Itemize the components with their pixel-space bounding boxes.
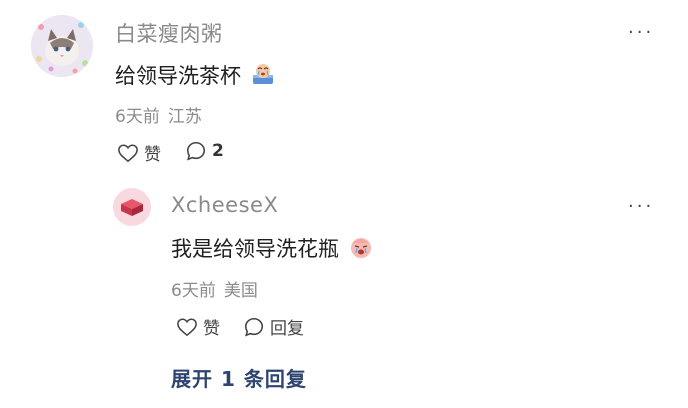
heart-icon [118, 143, 138, 162]
comment-time: 6天前 [115, 107, 160, 127]
expand-replies-link[interactable]: 展开 1 条回复 [171, 363, 307, 392]
comment-body: 给领导洗茶杯 [115, 64, 241, 88]
heart-icon [177, 317, 197, 336]
reply-more-icon[interactable]: ··· [628, 196, 654, 217]
reply-body: 我是给领导洗花瓶 [171, 237, 339, 261]
like-label: 赞 [144, 145, 161, 165]
comment-meta: 6天前 江苏 [115, 102, 202, 127]
reply-time: 6天前 [171, 281, 216, 301]
comment-location: 江苏 [167, 107, 202, 127]
reply-meta: 6天前 美国 [171, 276, 258, 301]
reply-label: 回复 [270, 319, 304, 339]
comment-reply-button[interactable]: 2 [185, 140, 224, 162]
reply-username[interactable]: XcheeseX [171, 193, 278, 217]
reply-like-button[interactable]: 赞 [176, 314, 220, 339]
reply-reply-button[interactable]: 回复 [243, 314, 304, 339]
comment-like-button[interactable]: 赞 [117, 140, 161, 165]
comment-username[interactable]: 白菜瘦肉粥 [115, 18, 223, 48]
red-jelly-icon [121, 199, 143, 216]
comment-bubble-icon [186, 141, 206, 161]
reply-text: 我是给领导洗花瓶 [171, 233, 374, 265]
comment-bubble-icon [244, 317, 264, 337]
like-label: 赞 [203, 319, 220, 339]
comment-more-icon[interactable]: ··· [628, 22, 654, 43]
crying-cup-emoji-icon [250, 61, 276, 92]
reply-count: 2 [212, 141, 224, 161]
comment-text: 给领导洗茶杯 [115, 60, 276, 92]
avatar[interactable] [31, 15, 93, 77]
avatar[interactable] [113, 188, 151, 226]
crying-face-emoji-icon [348, 234, 374, 265]
reply-location: 美国 [223, 281, 258, 301]
